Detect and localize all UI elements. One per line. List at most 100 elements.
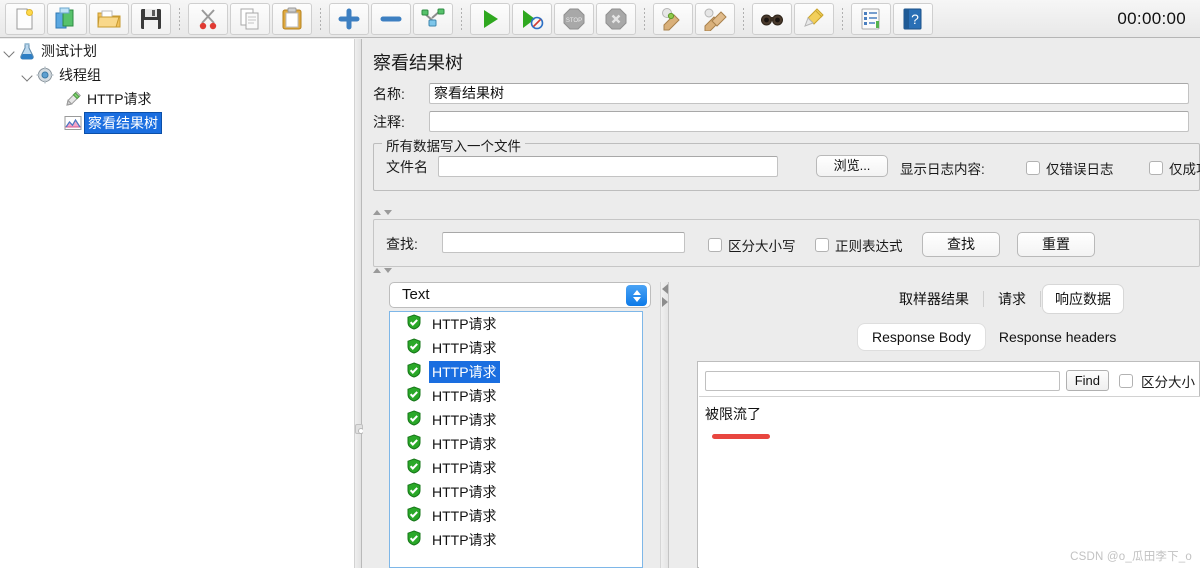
success-shield-icon bbox=[406, 385, 422, 407]
response-tabs[interactable]: Response Body Response headers bbox=[858, 324, 1130, 350]
function-helper-icon[interactable] bbox=[851, 2, 891, 35]
stop-icon[interactable]: STOP bbox=[554, 2, 594, 35]
chevron-up-icon bbox=[632, 289, 641, 295]
page-title: 察看结果树 bbox=[373, 53, 463, 73]
start-no-pauses-icon[interactable] bbox=[512, 2, 552, 35]
reset-button[interactable]: 重置 bbox=[1017, 232, 1095, 257]
success-shield-icon bbox=[406, 313, 422, 335]
success-shield-icon bbox=[406, 361, 422, 383]
list-item[interactable]: HTTP请求 bbox=[390, 528, 642, 552]
response-body-panel: Find 区分大小 被限流了 bbox=[697, 361, 1200, 568]
collapse-toggle-bottom[interactable] bbox=[373, 268, 392, 273]
filename-label: 文件名 bbox=[386, 158, 428, 175]
clear-icon[interactable] bbox=[653, 2, 693, 35]
help-icon[interactable]: ? bbox=[893, 2, 933, 35]
stepper-icon[interactable] bbox=[626, 285, 647, 306]
copy-icon[interactable] bbox=[230, 2, 270, 35]
success-shield-icon bbox=[406, 457, 422, 479]
comment-label: 注释: bbox=[373, 113, 405, 130]
response-find-input[interactable] bbox=[705, 370, 1060, 391]
list-item[interactable]: HTTP请求 bbox=[390, 432, 642, 456]
triangle-down-icon[interactable] bbox=[384, 210, 392, 215]
checkbox-box[interactable] bbox=[708, 238, 722, 252]
comment-input[interactable] bbox=[429, 111, 1189, 132]
split-collapse-arrows[interactable] bbox=[662, 284, 668, 307]
find-button[interactable]: 查找 bbox=[922, 232, 1000, 257]
list-item[interactable]: HTTP请求 bbox=[390, 336, 642, 360]
response-body-text-area[interactable]: 被限流了 bbox=[699, 396, 1200, 568]
tab-response-data[interactable]: 响应数据 bbox=[1043, 285, 1123, 313]
tree-item-http-request[interactable]: HTTP请求 bbox=[0, 87, 354, 111]
toggle-icon[interactable] bbox=[413, 2, 453, 35]
list-item[interactable]: HTTP请求 bbox=[390, 360, 642, 384]
shutdown-icon[interactable] bbox=[596, 2, 636, 35]
tab-request[interactable]: 请求 bbox=[986, 285, 1038, 313]
new-icon[interactable] bbox=[5, 2, 45, 35]
templates-icon[interactable] bbox=[47, 2, 87, 35]
success-shield-icon bbox=[406, 433, 422, 455]
filename-input[interactable] bbox=[438, 156, 778, 177]
split-divider-grip[interactable] bbox=[355, 424, 364, 434]
list-item[interactable]: HTTP请求 bbox=[390, 504, 642, 528]
list-item[interactable]: HTTP请求 bbox=[390, 408, 642, 432]
cut-icon[interactable] bbox=[188, 2, 228, 35]
chevron-down-icon[interactable] bbox=[4, 45, 16, 57]
triangle-up-icon[interactable] bbox=[373, 268, 381, 273]
success-shield-icon bbox=[406, 337, 422, 359]
tab-response-body[interactable]: Response Body bbox=[858, 324, 985, 350]
save-icon[interactable] bbox=[131, 2, 171, 35]
results-list[interactable]: HTTP请求 HTTP请求 HTTP请求 HTTP请求 HTTP请求 HTTP请… bbox=[389, 311, 643, 568]
triangle-down-icon[interactable] bbox=[384, 268, 392, 273]
response-case-sensitive-checkbox[interactable] bbox=[1119, 373, 1133, 388]
test-plan-tree[interactable]: 测试计划 线程组 HTTP请求 察看结果树 bbox=[0, 39, 354, 568]
result-tabs[interactable]: 取样器结果 请求 响应数据 bbox=[887, 285, 1123, 313]
view-results-tree-panel: 察看结果树 名称: 察看结果树 注释: 所有数据写入一个文件 文件名 浏览...… bbox=[363, 39, 1200, 568]
toolbar-separator bbox=[838, 6, 847, 32]
tab-response-headers[interactable]: Response headers bbox=[985, 324, 1131, 350]
clear-all-icon[interactable] bbox=[695, 2, 735, 35]
success-only-checkbox[interactable]: 仅成功 bbox=[1149, 158, 1200, 178]
case-sensitive-checkbox[interactable]: 区分大小写 bbox=[708, 235, 796, 255]
renderer-select[interactable]: Text bbox=[389, 282, 651, 308]
name-input[interactable]: 察看结果树 bbox=[429, 83, 1189, 104]
tree-item-view-results-tree[interactable]: 察看结果树 bbox=[0, 111, 354, 135]
list-item-label: HTTP请求 bbox=[432, 484, 497, 500]
svg-text:?: ? bbox=[911, 11, 919, 27]
start-icon[interactable] bbox=[470, 2, 510, 35]
svg-text:STOP: STOP bbox=[566, 18, 582, 24]
toolbar-separator bbox=[739, 6, 748, 32]
tab-sampler-result[interactable]: 取样器结果 bbox=[887, 285, 981, 313]
reset-search-icon[interactable] bbox=[794, 2, 834, 35]
arrow-right-icon[interactable] bbox=[662, 297, 668, 307]
paste-icon[interactable] bbox=[272, 2, 312, 35]
list-item[interactable]: HTTP请求 bbox=[390, 384, 642, 408]
thread-group-icon bbox=[34, 65, 56, 85]
errors-only-checkbox[interactable]: 仅错误日志 bbox=[1026, 158, 1114, 178]
regex-checkbox[interactable]: 正则表达式 bbox=[815, 235, 903, 255]
errors-only-label: 仅错误日志 bbox=[1046, 162, 1114, 177]
collapse-all-icon[interactable] bbox=[371, 2, 411, 35]
chevron-down-icon[interactable] bbox=[22, 69, 34, 81]
checkbox-box[interactable] bbox=[815, 238, 829, 252]
find-input[interactable] bbox=[442, 232, 685, 253]
group-legend: 所有数据写入一个文件 bbox=[382, 135, 525, 155]
checkbox-box[interactable] bbox=[1149, 161, 1163, 175]
main-split-divider[interactable] bbox=[354, 39, 364, 568]
expand-all-icon[interactable] bbox=[329, 2, 369, 35]
tree-item-thread-group[interactable]: 线程组 bbox=[0, 63, 354, 87]
checkbox-box[interactable] bbox=[1026, 161, 1040, 175]
response-find-button[interactable]: Find bbox=[1065, 370, 1109, 391]
arrow-left-icon[interactable] bbox=[662, 284, 668, 294]
list-item[interactable]: HTTP请求 bbox=[390, 456, 642, 480]
collapse-toggle-top[interactable] bbox=[373, 210, 392, 215]
list-item-label: HTTP请求 bbox=[432, 532, 497, 548]
open-icon[interactable] bbox=[89, 2, 129, 35]
browse-button[interactable]: 浏览... bbox=[816, 155, 888, 177]
tree-item-test-plan[interactable]: 测试计划 bbox=[0, 39, 354, 63]
results-split-divider[interactable] bbox=[660, 282, 669, 568]
list-item[interactable]: HTTP请求 bbox=[390, 312, 642, 336]
triangle-up-icon[interactable] bbox=[373, 210, 381, 215]
search-icon[interactable] bbox=[752, 2, 792, 35]
list-item-label: HTTP请求 bbox=[432, 460, 497, 476]
list-item[interactable]: HTTP请求 bbox=[390, 480, 642, 504]
